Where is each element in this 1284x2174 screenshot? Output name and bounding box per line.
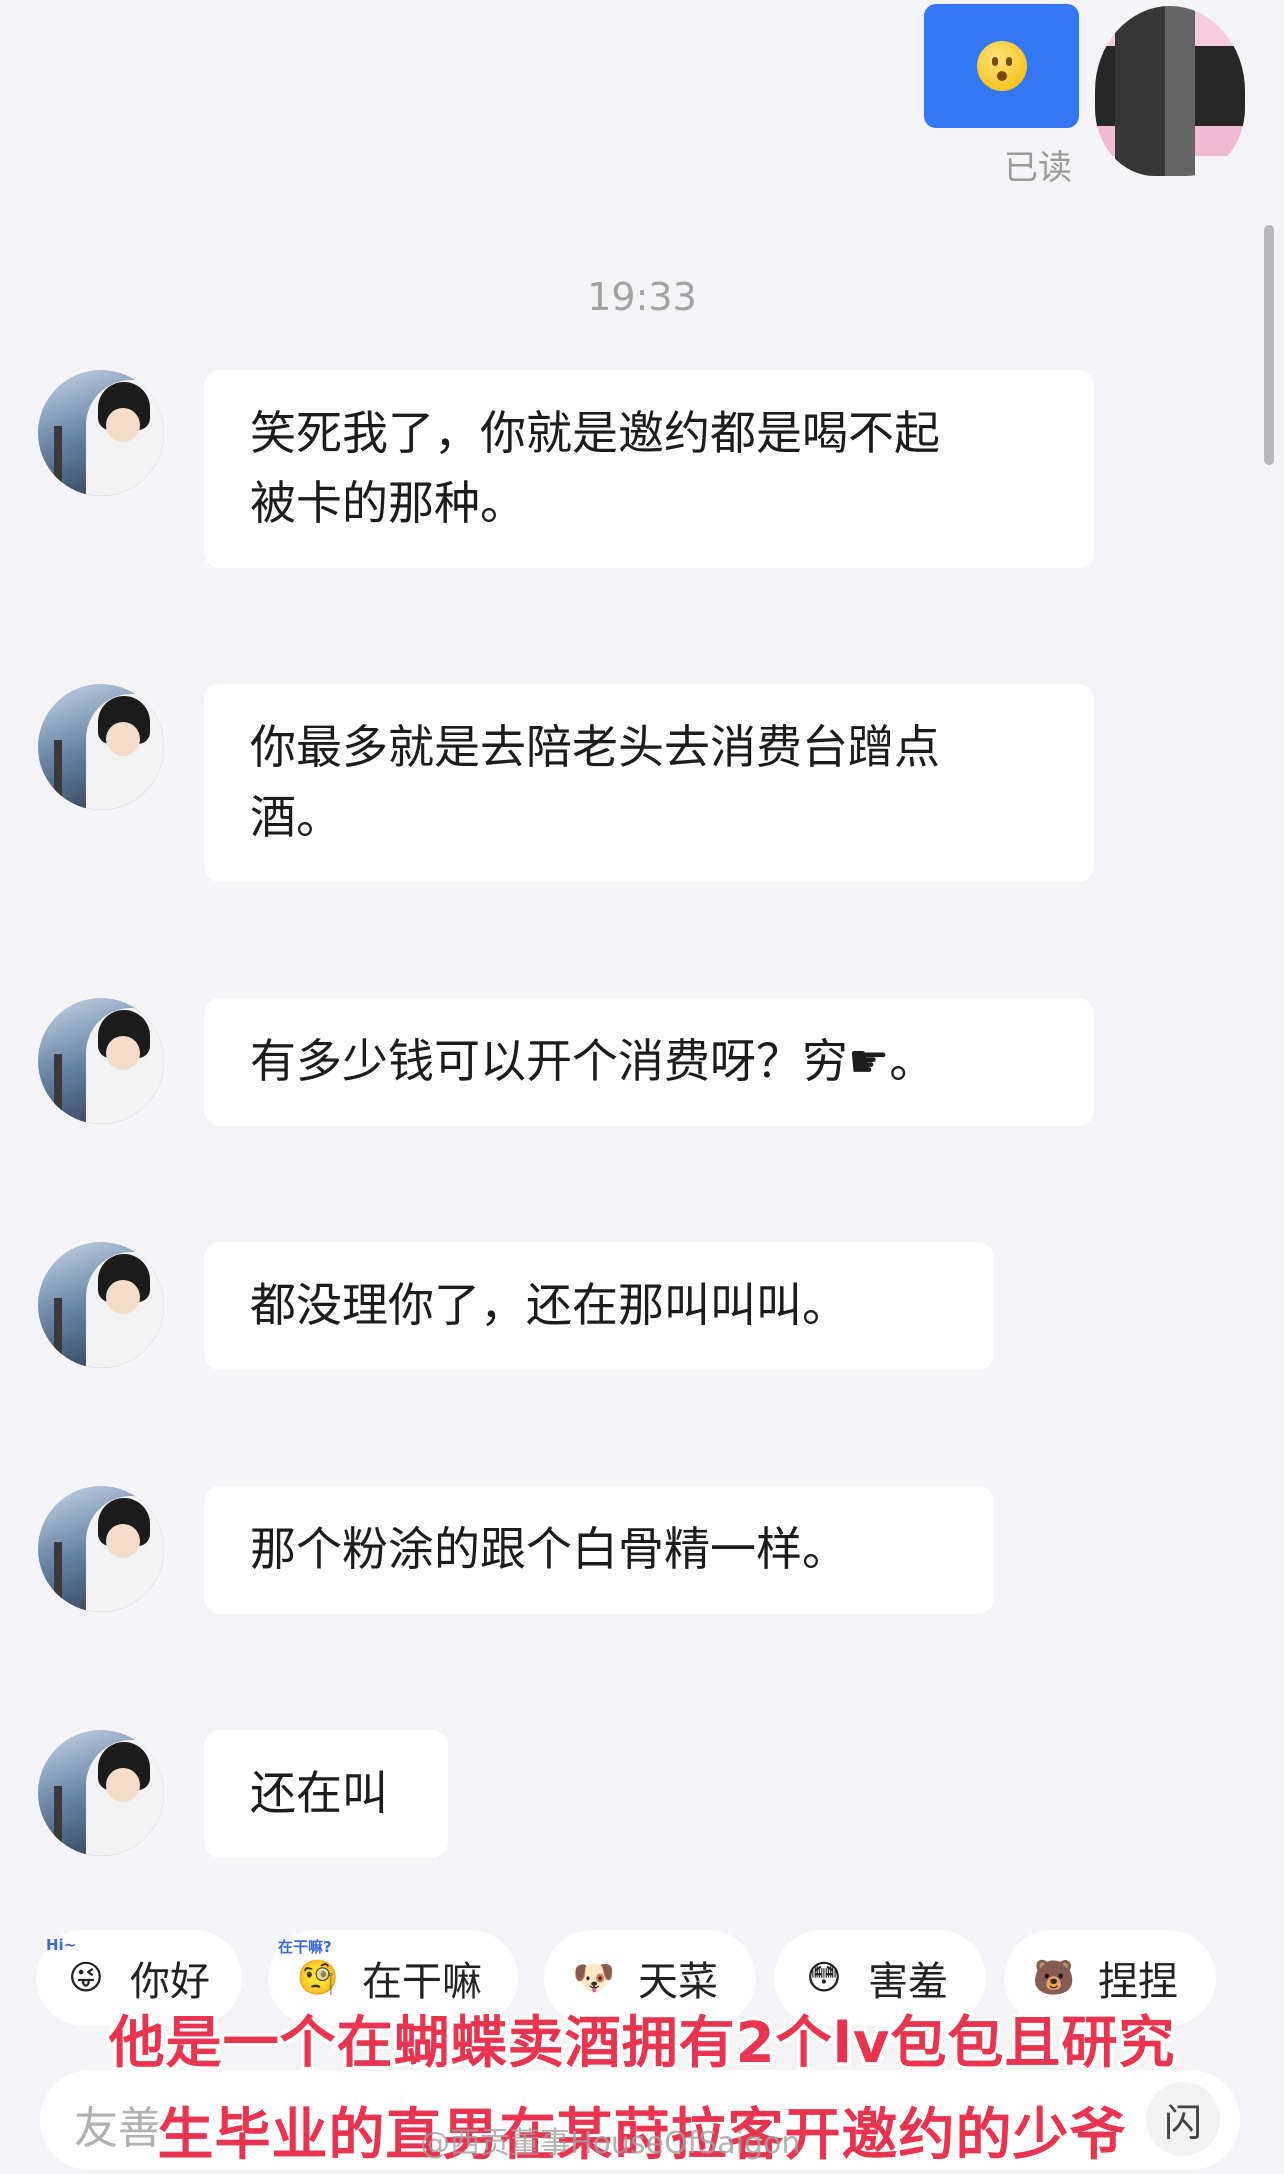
contact-avatar[interactable] [38,1486,164,1612]
message-bubble[interactable]: 笑死我了，你就是邀约都是喝不起 被卡的那种。 [204,370,1094,568]
scrollbar[interactable] [1264,225,1274,465]
message-bubble[interactable]: 那个粉涂的跟个白骨精一样。 [204,1486,994,1614]
contact-avatar[interactable] [38,684,164,810]
read-status: 已读 [1004,148,1072,188]
message-bubble[interactable]: 你最多就是去陪老头去消费台蹭点 酒。 [204,684,1094,882]
message-text: 有多少钱可以开个消费呀？穷☛。 [250,1034,936,1088]
sent-message-bubble[interactable] [924,4,1079,128]
message-text: 那个粉涂的跟个白骨精一样。 [250,1522,848,1576]
message-timestamp: 19:33 [587,275,697,319]
worried-face-emoji-icon [976,41,1027,91]
message-text: 你最多就是去陪老头去消费台蹭点 [250,720,940,774]
message-text: 酒。 [250,790,342,844]
message-text: 被卡的那种。 [250,476,526,530]
contact-avatar[interactable] [38,370,164,496]
self-avatar[interactable] [1095,6,1245,176]
message-text: 都没理你了，还在那叫叫叫。 [250,1278,848,1332]
message-bubble[interactable]: 还在叫 [204,1730,448,1858]
message-text: 还在叫 [250,1766,388,1820]
message-bubble[interactable]: 有多少钱可以开个消费呀？穷☛。 [204,998,1094,1126]
contact-avatar[interactable] [38,1242,164,1368]
watermark: @西贡董事HouseOfSaigon [420,2126,801,2161]
message-bubble[interactable]: 都没理你了，还在那叫叫叫。 [204,1242,994,1370]
message-text: 笑死我了，你就是邀约都是喝不起 [250,406,940,460]
contact-avatar[interactable] [38,998,164,1124]
contact-avatar[interactable] [38,1730,164,1856]
overlay-caption-line1: 他是一个在蝴蝶卖酒拥有2个lv包包且研究 [108,2011,1176,2076]
